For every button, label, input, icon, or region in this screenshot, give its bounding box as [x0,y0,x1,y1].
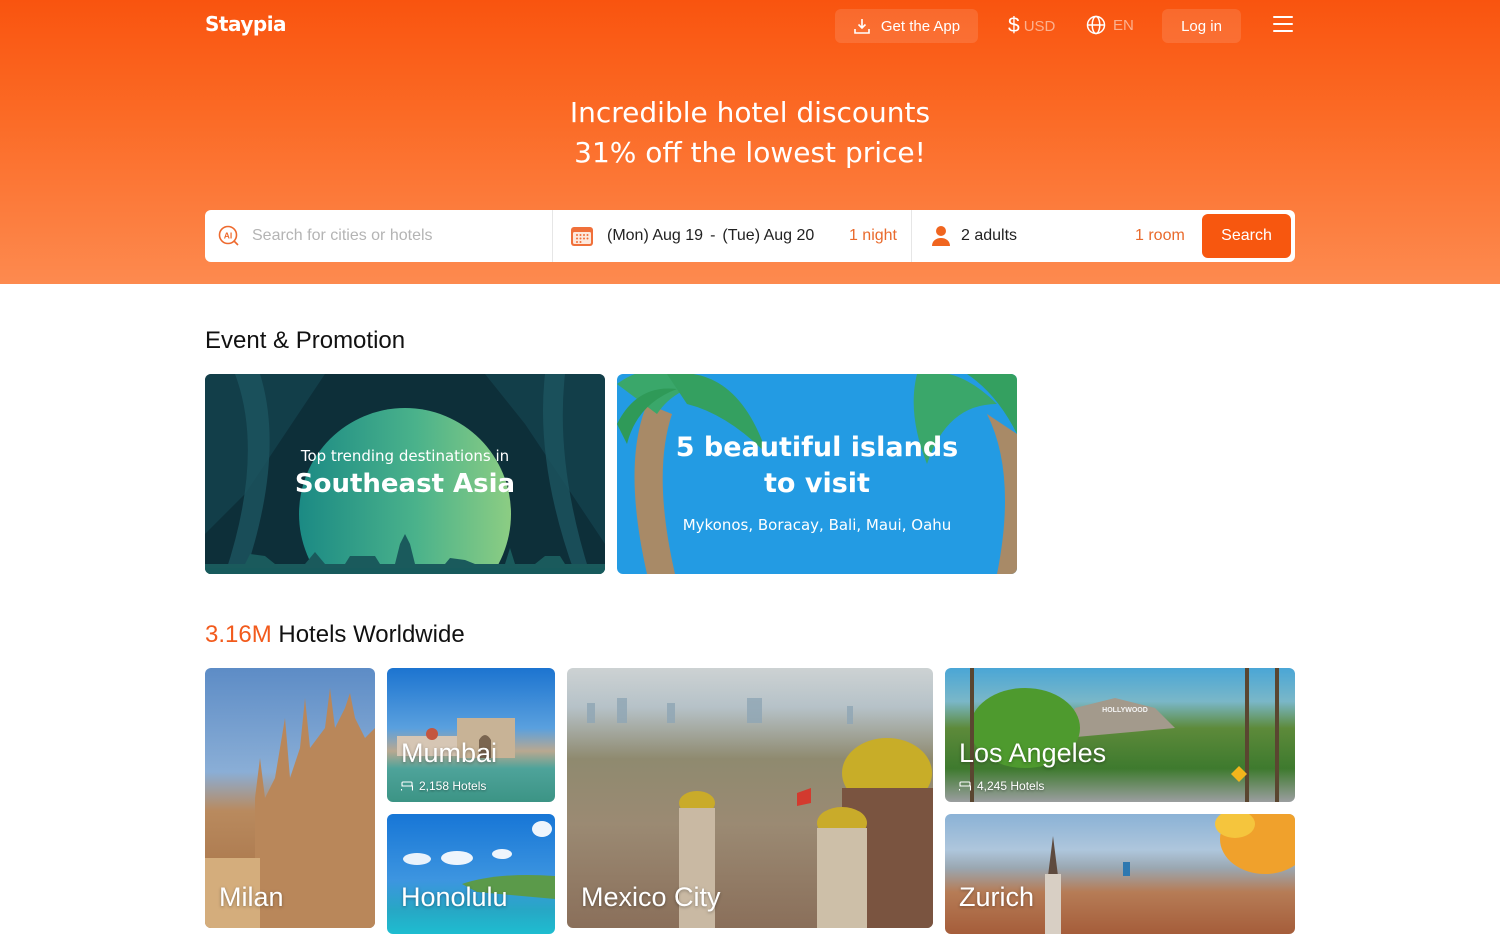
guests-selector[interactable]: 2 adults 1 room Search [913,210,1295,262]
hotel-count: 4,245 Hotels [959,779,1044,793]
city-card-zurich[interactable]: Zurich [945,814,1295,934]
logo[interactable]: Staypia [205,12,287,36]
honolulu-beach-image [403,821,555,899]
hotels-title-text: Hotels Worldwide [278,621,465,648]
destination-field[interactable]: AI [205,210,553,262]
currency-label: USD [1023,17,1056,35]
nights-count: 1 night [848,227,897,244]
svg-text:HOLLYWOOD: HOLLYWOOD [1102,707,1148,714]
date-separator: - [710,227,716,244]
login-button[interactable]: Log in [1162,9,1241,43]
promo-2-title-line-1: 5 beautiful islands [675,432,959,463]
hero-line-2: 31% off the lowest price! [574,136,926,169]
city-name: Mexico City [581,882,721,912]
hotel-count-label: 2,158 Hotels [419,779,487,793]
calendar-icon [571,227,593,246]
promo-card-southeast-asia[interactable]: Top trending destinations in Southeast A… [205,374,605,574]
globe-icon [1086,15,1106,35]
checkout-date: (Tue) Aug 20 [722,227,815,244]
adults-count: 2 adults [961,227,1018,244]
promo-1-title: Southeast Asia [294,469,516,499]
hotel-count: 2,158 Hotels [401,779,486,793]
dollar-icon: $ [1008,14,1020,37]
city-card-mexico-city[interactable]: Mexico City [567,668,933,928]
promo-2-subtitle: Mykonos, Boracay, Bali, Maui, Oahu [682,516,952,534]
search-button[interactable]: Search [1202,214,1291,258]
hotel-count-label: 4,245 Hotels [977,779,1045,793]
checkin-date: (Mon) Aug 19 [607,227,704,244]
ai-search-icon: AI [218,225,239,246]
person-icon [932,226,950,246]
city-name: Mumbai [401,738,498,768]
promo-2-title: 5 beautiful islands to visit [617,430,1017,502]
hero-line-1: Incredible hotel discounts [569,96,931,129]
language-selector[interactable]: EN [1086,15,1134,35]
hotels-worldwide-title: 3.16M Hotels Worldwide [205,621,465,649]
hotels-count: 3.16M [205,621,272,648]
skyline-silhouette [205,534,605,574]
promo-1-subtitle: Top trending destinations in [300,447,510,465]
city-name: Los Angeles [959,738,1107,768]
city-name: Honolulu [401,882,508,912]
promo-card-islands[interactable]: 5 beautiful islands to visit Mykonos, Bo… [617,374,1017,574]
get-app-button[interactable]: Get the App [835,9,978,43]
date-picker[interactable]: (Mon) Aug 19 - (Tue) Aug 20 1 night [554,210,912,262]
city-name: Milan [219,882,284,912]
currency-selector[interactable]: $ USD [1008,14,1055,38]
promo-2-title-line-2: to visit [764,468,870,499]
bed-icon [401,781,413,791]
promotions-title: Event & Promotion [205,327,406,354]
city-card-milan[interactable]: Milan [205,668,375,928]
city-card-los-angeles[interactable]: HOLLYWOOD Los Angeles 4,245 Hotels [945,668,1295,802]
bed-icon [959,781,971,791]
download-icon [854,19,870,34]
language-label: EN [1113,16,1134,34]
city-card-mumbai[interactable]: Mumbai 2,158 Hotels [387,668,555,802]
city-name: Zurich [959,882,1035,912]
search-bar: AI (Mon) Aug 19 - (Tue) Aug 20 1 night 2… [205,210,1295,262]
hero-headline: Incredible hotel discounts 31% off the l… [0,93,1500,173]
get-app-label: Get the App [880,17,961,35]
city-card-honolulu[interactable]: Honolulu [387,814,555,934]
destination-input[interactable] [252,227,532,245]
zurich-skyline-image [1045,814,1295,934]
hamburger-menu-icon[interactable] [1273,16,1293,34]
rooms-count: 1 room [1135,227,1185,244]
top-navigation: Staypia Get the App $ USD EN Log in [205,0,1295,52]
svg-text:AI: AI [224,231,233,241]
